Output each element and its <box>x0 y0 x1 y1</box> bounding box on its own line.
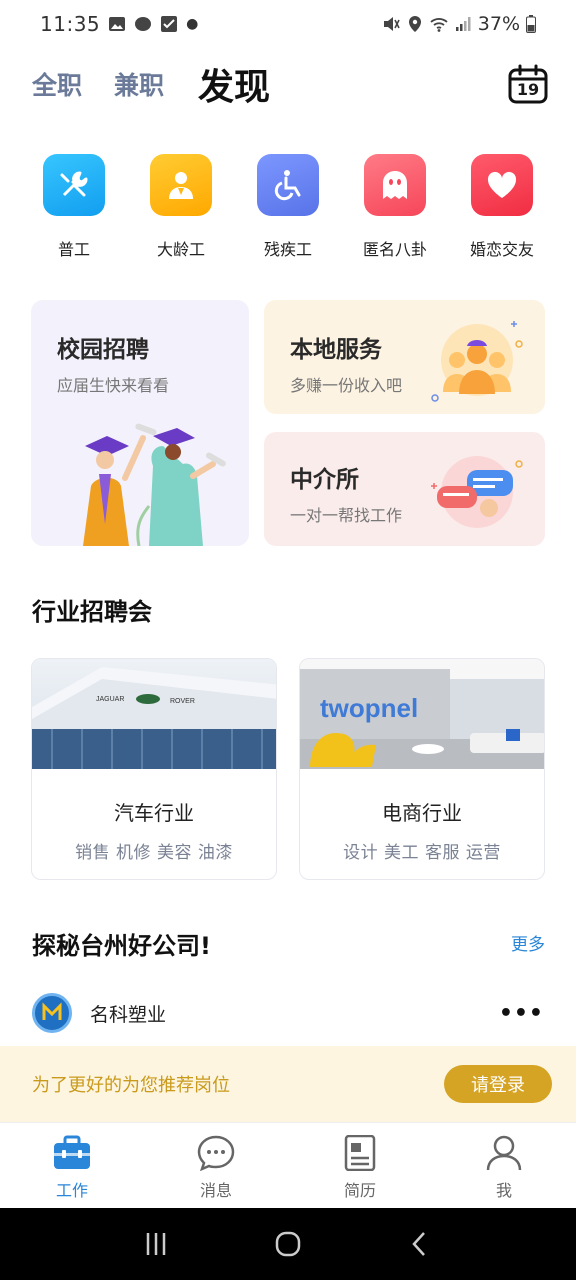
nav-resume[interactable]: 简历 <box>288 1123 432 1208</box>
category-label: 残疾工 <box>263 240 312 259</box>
quick-categories: 普工 大龄工 残疾工 匿名八卦 婚恋交友 <box>40 154 536 260</box>
nav-label: 我 <box>495 1181 512 1200</box>
calendar-day: 19 <box>516 80 540 99</box>
mute-icon <box>383 17 400 31</box>
resume-icon <box>344 1135 376 1171</box>
nav-label: 工作 <box>55 1181 88 1200</box>
category-label: 婚恋交友 <box>469 240 534 259</box>
industry-title: 电商行业 <box>382 801 462 825</box>
list-item[interactable]: 名科塑业 ••• <box>32 993 544 1033</box>
dot-indicator: ● <box>186 16 199 32</box>
recent-apps-icon[interactable] <box>143 1231 169 1257</box>
home-icon[interactable] <box>274 1230 302 1258</box>
briefcase-icon <box>54 1135 90 1169</box>
chat-bubbles-illustration <box>431 456 523 528</box>
login-prompt-text: 为了更好的为您推荐岗位 <box>32 1075 230 1096</box>
card-title: 校园招聘 <box>57 337 149 363</box>
svg-text:JAGUAR: JAGUAR <box>96 696 124 703</box>
back-icon[interactable] <box>407 1231 433 1257</box>
category-general-worker[interactable]: 普工 <box>40 154 108 260</box>
checkbox-icon <box>161 16 178 32</box>
svg-text:ROVER: ROVER <box>170 698 195 705</box>
location-icon <box>408 16 421 32</box>
worker-icon <box>150 154 212 216</box>
company-name: 名科塑业 <box>90 1003 167 1026</box>
graduates-illustration <box>83 423 226 546</box>
svg-text:twopnel: twopnel <box>320 693 418 723</box>
login-button[interactable]: 请登录 <box>444 1065 552 1103</box>
chat-icon <box>197 1135 235 1171</box>
category-anonymous-gossip[interactable]: 匿名八卦 <box>361 154 429 260</box>
industry-tags: 设计 美工 客服 运营 <box>343 843 501 863</box>
category-disabled-worker[interactable]: 残疾工 <box>254 154 322 260</box>
automotive-showroom-image: JAGUAR ROVER <box>32 659 276 769</box>
industry-card-ecommerce[interactable]: twopnel 电商行业 设计 美工 客服 运营 <box>299 658 545 880</box>
agency-card[interactable]: 中介所 一对一帮找工作 <box>264 432 545 546</box>
heart-icon <box>471 154 533 216</box>
local-service-card[interactable]: 本地服务 多赚一份收入吧 <box>264 300 545 414</box>
more-options-icon[interactable]: ••• <box>499 1001 544 1026</box>
nav-messages[interactable]: 消息 <box>144 1123 288 1208</box>
tab-fulltime[interactable]: 全职 <box>32 66 82 102</box>
login-banner: 为了更好的为您推荐岗位 请登录 <box>0 1046 576 1122</box>
system-nav-bar <box>0 1208 576 1280</box>
campus-recruitment-card[interactable]: 校园招聘 应届生快来看看 <box>31 300 249 546</box>
wifi-icon <box>430 18 448 32</box>
industry-section-title: 行业招聘会 <box>32 598 152 626</box>
nav-work[interactable]: 工作 <box>0 1123 144 1208</box>
status-time: 11:35 <box>40 12 101 36</box>
nav-me[interactable]: 我 <box>432 1123 576 1208</box>
category-label: 匿名八卦 <box>362 240 427 259</box>
card-subtitle: 应届生快来看看 <box>57 376 170 395</box>
ghost-icon <box>364 154 426 216</box>
nav-label: 简历 <box>343 1181 376 1200</box>
category-dating[interactable]: 婚恋交友 <box>468 154 536 260</box>
nav-label: 消息 <box>199 1181 232 1200</box>
tab-parttime[interactable]: 兼职 <box>114 66 164 102</box>
user-icon <box>486 1135 522 1171</box>
industry-card-automotive[interactable]: JAGUAR ROVER 汽车行业 销售 机修 美容 油漆 <box>31 658 277 880</box>
category-label: 普工 <box>57 240 90 259</box>
signal-icon <box>455 17 471 31</box>
tools-icon <box>43 154 105 216</box>
bottom-nav: 工作 消息 简历 我 <box>0 1122 576 1208</box>
company-section-title: 探秘台州好公司! <box>32 932 211 960</box>
gallery-icon <box>109 17 126 31</box>
category-label: 大龄工 <box>156 240 205 259</box>
calendar-button[interactable]: 19 <box>508 64 548 104</box>
status-bar: 11:35 ● 37% <box>0 0 576 48</box>
industry-tags: 销售 机修 美容 油漆 <box>75 843 233 863</box>
wheelchair-icon <box>257 154 319 216</box>
office-lounge-image: twopnel <box>300 659 544 769</box>
category-senior-worker[interactable]: 大龄工 <box>147 154 215 260</box>
battery-percent: 37% <box>477 13 520 35</box>
people-group-illustration <box>431 321 523 402</box>
tab-discover[interactable]: 发现 <box>198 58 270 110</box>
company-logo <box>32 993 72 1033</box>
battery-icon <box>526 15 536 33</box>
chat-bubble-icon <box>135 17 152 31</box>
industry-title: 汽车行业 <box>114 801 194 825</box>
more-link[interactable]: 更多 <box>511 930 545 955</box>
top-tab-bar: 全职 兼职 发现 19 <box>32 56 548 112</box>
